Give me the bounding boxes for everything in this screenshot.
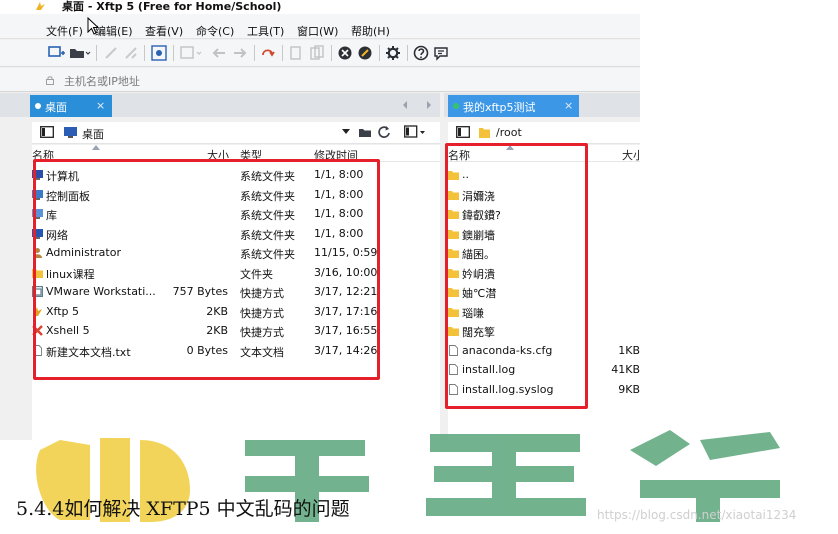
xftp-app-icon — [36, 2, 45, 10]
refresh-icon[interactable] — [260, 45, 276, 61]
desktop-icon — [64, 127, 77, 138]
tab-status-dot — [35, 103, 41, 109]
gear-icon[interactable] — [385, 45, 401, 61]
refresh-icon[interactable] — [377, 125, 391, 139]
cell-size: 9KB — [618, 382, 640, 396]
toolbar — [0, 40, 640, 67]
chevron-down-icon[interactable] — [342, 129, 350, 135]
menu-window[interactable]: 窗口(W) — [297, 23, 338, 39]
highlight-box-remote — [445, 143, 588, 409]
toolbar-separator — [282, 45, 283, 61]
paste-icon[interactable] — [309, 45, 325, 61]
toolbar-separator — [331, 45, 332, 61]
right-tab-strip: 我的xftp5测试 × — [444, 93, 640, 117]
right-path-bar: /root — [448, 122, 640, 144]
menu-command[interactable]: 命令(C) — [196, 23, 234, 39]
tab-xftp-session[interactable]: 我的xftp5测试 × — [448, 95, 579, 117]
toolbar-separator — [96, 45, 97, 61]
chat-icon[interactable] — [433, 45, 449, 61]
forward-arrow-icon[interactable] — [232, 45, 248, 61]
pane-toggle-icon[interactable] — [40, 126, 54, 138]
toolbar-separator — [254, 45, 255, 61]
section-caption: 5.4.4如何解决 XFTP5 中文乱码的问题 — [16, 498, 350, 520]
tab-close-icon[interactable]: × — [96, 99, 105, 112]
window-title: 桌面 - Xftp 5 (Free for Home/School) — [62, 0, 282, 13]
lock-icon — [46, 76, 54, 85]
host-address-input[interactable]: 主机名或IP地址 — [64, 73, 140, 89]
transfer-mode-icon[interactable] — [180, 45, 204, 61]
properties-icon[interactable] — [151, 45, 167, 61]
menu-edit[interactable]: 编辑(E) — [95, 23, 133, 39]
connected-status-dot — [453, 103, 459, 109]
toolbar-separator — [173, 45, 174, 61]
cell-size: 41KB — [611, 363, 640, 376]
address-bar: 主机名或IP地址 — [0, 68, 640, 92]
mouse-cursor-icon — [87, 17, 99, 35]
xftp-window: 桌面 - Xftp 5 (Free for Home/School) 文件(F)… — [0, 0, 640, 440]
current-path[interactable]: 桌面 — [82, 126, 104, 142]
back-arrow-icon[interactable] — [211, 45, 227, 61]
tab-label: 桌面 — [45, 101, 67, 114]
pane-toggle-icon[interactable] — [456, 126, 470, 138]
xshell-icon[interactable] — [337, 45, 353, 61]
menu-view[interactable]: 查看(V) — [145, 23, 183, 39]
toolbar-separator — [144, 45, 145, 61]
left-tab-strip: 桌面 × — [0, 93, 440, 117]
disconnect-icon[interactable] — [123, 45, 139, 61]
watermark-url: https://blog.csdn.net/xiaotai1234 — [597, 508, 797, 522]
tab-label: 我的xftp5测试 — [463, 101, 536, 114]
folder-icon — [479, 128, 490, 138]
current-path[interactable]: /root — [496, 126, 522, 139]
title-bar: 桌面 - Xftp 5 (Free for Home/School) — [0, 0, 640, 14]
folder-up-icon[interactable] — [358, 125, 372, 139]
toolbar-separator — [407, 45, 408, 61]
tab-close-icon[interactable]: × — [564, 99, 573, 112]
new-session-icon[interactable] — [48, 45, 66, 61]
col-size[interactable]: 大小 — [622, 147, 640, 163]
connect-icon[interactable] — [103, 45, 119, 61]
help-icon[interactable] — [413, 45, 429, 61]
menu-file[interactable]: 文件(F) — [46, 23, 83, 39]
tab-desktop[interactable]: 桌面 × — [30, 95, 112, 117]
toolbar-separator — [379, 45, 380, 61]
left-path-bar: 桌面 — [32, 122, 440, 144]
menu-help[interactable]: 帮助(H) — [351, 23, 390, 39]
view-mode-icon[interactable] — [404, 125, 426, 139]
tab-scroll-icon[interactable] — [402, 101, 432, 109]
copy-icon[interactable] — [288, 45, 304, 61]
cell-size: 1KB — [618, 343, 640, 357]
highlight-box-local — [33, 159, 380, 380]
open-folder-icon[interactable] — [69, 45, 91, 61]
sort-arrow-icon — [92, 145, 100, 150]
xftp-icon[interactable] — [357, 45, 373, 61]
menu-tools[interactable]: 工具(T) — [247, 23, 284, 39]
